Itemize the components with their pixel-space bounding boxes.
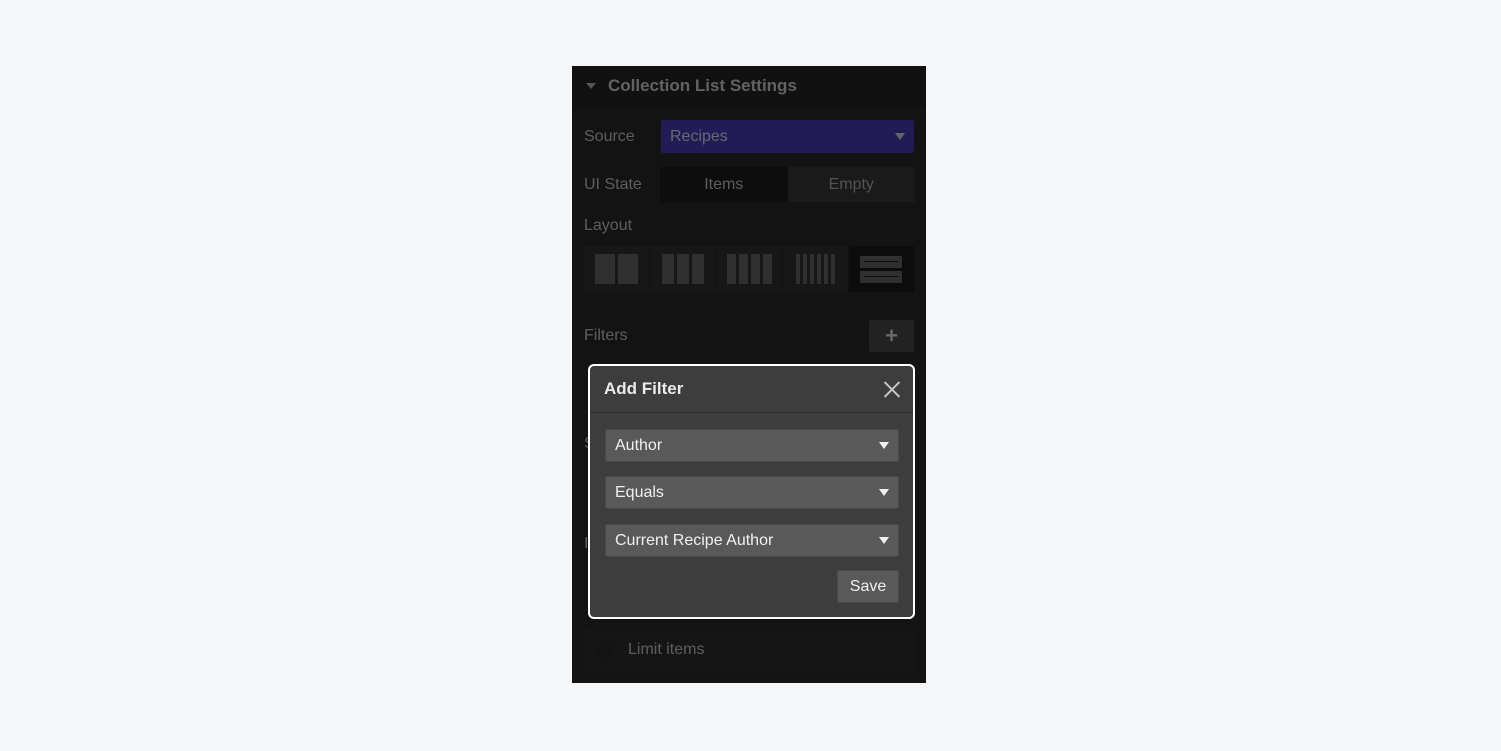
modal-title: Add Filter [604, 379, 684, 398]
add-filter-modal: Add Filter Author Equals Current Recipe … [588, 364, 915, 619]
filter-field-value: Author [615, 436, 663, 454]
filter-field-select[interactable]: Author [605, 429, 899, 462]
filter-value-select[interactable]: Current Recipe Author [605, 524, 899, 557]
close-icon[interactable] [883, 380, 901, 398]
modal-header: Add Filter [590, 366, 913, 413]
chevron-down-icon [879, 537, 889, 544]
save-button[interactable]: Save [837, 570, 899, 603]
chevron-down-icon [879, 489, 889, 496]
filter-operator-select[interactable]: Equals [605, 476, 899, 509]
filter-value-text: Current Recipe Author [615, 531, 774, 549]
filter-operator-value: Equals [615, 483, 664, 501]
chevron-down-icon [879, 442, 889, 449]
